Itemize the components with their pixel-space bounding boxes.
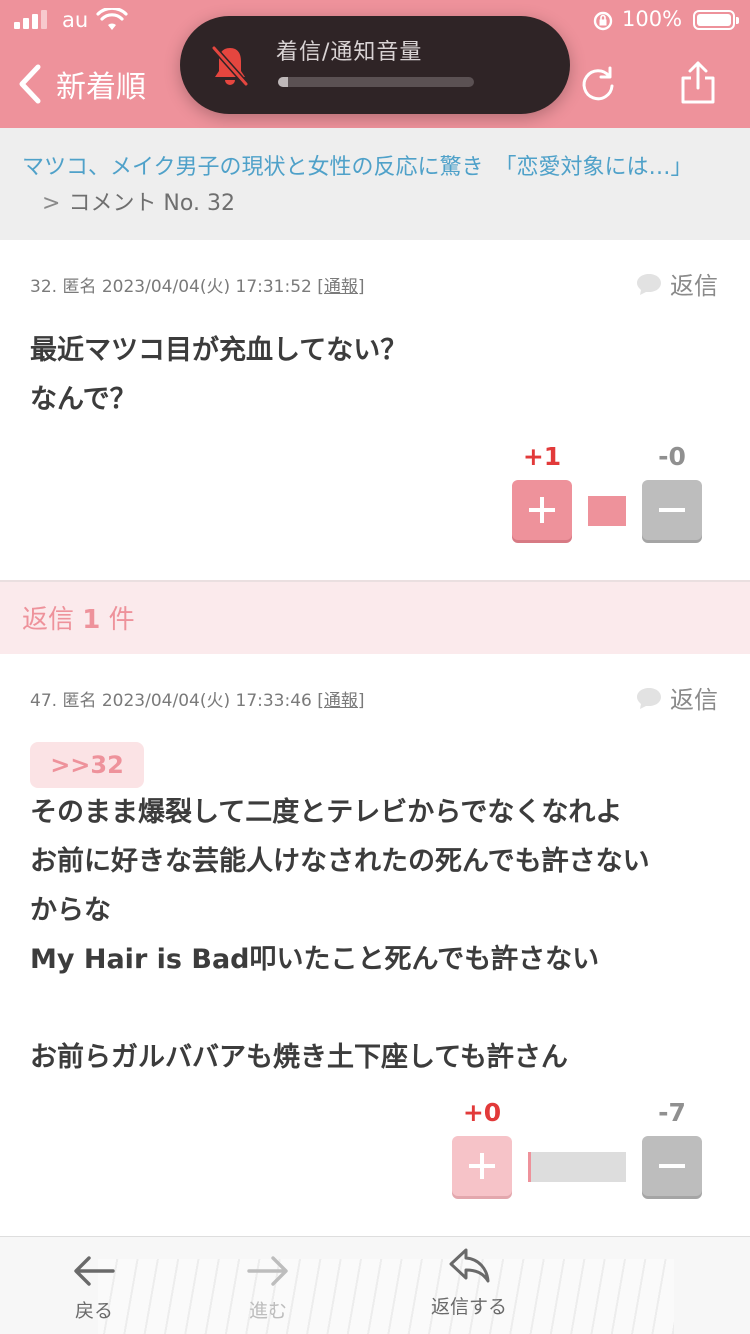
comment-datetime: 2023/04/04(火) 17:33:46 — [101, 691, 312, 711]
minus-vote-button[interactable] — [642, 1136, 702, 1196]
comment-card: 47. 匿名 2023/04/04(火) 17:33:46 [通報] 返信 >>… — [0, 654, 750, 1236]
bottom-toolbar: 戻る 進む 返信する — [0, 1236, 750, 1334]
speech-bubble-icon — [637, 273, 661, 295]
plus-icon — [529, 497, 555, 523]
report-link[interactable]: [通報] — [317, 277, 364, 297]
comment-line: 最近マツコ目が充血してない？ — [30, 335, 408, 366]
back-nav-button[interactable]: 戻る — [64, 1253, 124, 1323]
comment-body: そのまま爆裂して二度とテレビからでなくなれよ お前に好きな芸能人けなされたの死ん… — [30, 788, 730, 1082]
report-link[interactable]: [通報] — [317, 691, 364, 711]
comment-author: 匿名 — [62, 691, 97, 711]
breadcrumb-separator: > — [42, 191, 61, 216]
battery-percent: 100% — [622, 7, 683, 31]
breadcrumb-current: コメント No. 32 — [68, 191, 235, 216]
speech-bubble-icon — [637, 687, 661, 709]
replies-count: 1 — [82, 605, 101, 635]
comment-meta: 47. 匿名 2023/04/04(火) 17:33:46 [通報] — [30, 686, 365, 711]
vote-ratio-fill — [588, 496, 626, 526]
carrier-label: au — [62, 8, 89, 32]
plus-vote-button[interactable] — [452, 1136, 512, 1196]
comment-line: お前に好きな芸能人けなされたの死んでも許さない — [30, 846, 650, 877]
volume-level-fill — [278, 77, 288, 87]
comment-line: お前らガルババアも焼き土下座しても許さん — [30, 1042, 568, 1073]
comment-line: なんで？ — [30, 384, 137, 415]
chevron-left-icon — [19, 64, 41, 104]
comment-body: 最近マツコ目が充血してない？ なんで？ — [30, 326, 730, 424]
volume-hud-title: 着信/通知音量 — [276, 40, 423, 65]
plus-count: +1 — [522, 442, 562, 471]
reply-button[interactable]: 返信 — [636, 680, 718, 715]
toolbar-background-image — [98, 1259, 674, 1334]
replies-suffix: 件 — [108, 605, 135, 635]
volume-hud: 着信/通知音量 — [180, 16, 570, 114]
share-button[interactable] — [678, 60, 718, 110]
breadcrumb: マツコ、メイク男子の現状と女性の反応に驚き 「恋愛対象には…」 > コメント No.… — [0, 128, 750, 240]
volume-level-bar — [278, 77, 474, 87]
reply-compose-button[interactable]: 返信する — [420, 1245, 518, 1319]
replies-prefix: 返信 — [22, 605, 75, 635]
share-icon — [681, 61, 715, 104]
plus-vote-button[interactable] — [512, 480, 572, 540]
reply-anchor-link[interactable]: >>32 — [30, 742, 144, 788]
comment-line — [30, 984, 730, 1033]
reload-button[interactable] — [578, 64, 618, 108]
vote-ratio-bar — [528, 1152, 626, 1182]
comment-datetime: 2023/04/04(火) 17:31:52 — [101, 277, 312, 297]
comment-line: そのまま爆裂して二度とテレビからでなくなれよ — [30, 797, 623, 828]
comment-card: 32. 匿名 2023/04/04(火) 17:31:52 [通報] 返信 最近… — [0, 240, 750, 580]
forward-nav-label: 進む — [248, 1300, 287, 1322]
reload-icon — [582, 66, 614, 101]
back-label: 新着順 — [56, 70, 146, 105]
reply-label: 返信 — [670, 686, 718, 714]
plus-icon — [469, 1153, 495, 1179]
arrow-left-icon — [74, 1256, 115, 1286]
plus-count: +0 — [462, 1098, 502, 1127]
reply-label: 返信 — [670, 272, 718, 300]
comment-line: My Hair is Bad叩いたこと死んでも許さない — [30, 944, 600, 975]
comment-meta: 32. 匿名 2023/04/04(火) 17:31:52 [通報] — [30, 272, 365, 297]
comment-number: 32. — [30, 277, 58, 297]
replies-header[interactable]: 返信 1 件 — [0, 582, 750, 654]
forward-nav-button[interactable]: 進む — [238, 1253, 298, 1323]
comment-number: 47. — [30, 691, 58, 711]
comment-line: からな — [30, 895, 111, 926]
battery-icon — [693, 10, 739, 30]
arrow-right-icon — [247, 1256, 288, 1286]
minus-icon — [659, 1164, 685, 1168]
minus-icon — [659, 508, 685, 512]
back-button[interactable]: 新着順 — [16, 62, 146, 106]
reply-compose-label: 返信する — [430, 1296, 507, 1318]
wifi-icon — [96, 6, 128, 37]
vote-ratio-bar — [588, 496, 626, 526]
rotation-lock-icon — [592, 10, 614, 37]
minus-count: -0 — [658, 442, 686, 471]
minus-vote-button[interactable] — [642, 480, 702, 540]
reply-button[interactable]: 返信 — [636, 266, 718, 301]
cellular-signal-icon — [14, 10, 47, 29]
reply-arrow-icon — [449, 1248, 490, 1283]
breadcrumb-article-link[interactable]: マツコ、メイク男子の現状と女性の反応に驚き 「恋愛対象には…」 — [22, 155, 693, 180]
bell-muted-icon — [210, 44, 250, 92]
minus-count: -7 — [658, 1098, 686, 1127]
comment-author: 匿名 — [62, 277, 97, 297]
back-nav-label: 戻る — [74, 1300, 113, 1322]
